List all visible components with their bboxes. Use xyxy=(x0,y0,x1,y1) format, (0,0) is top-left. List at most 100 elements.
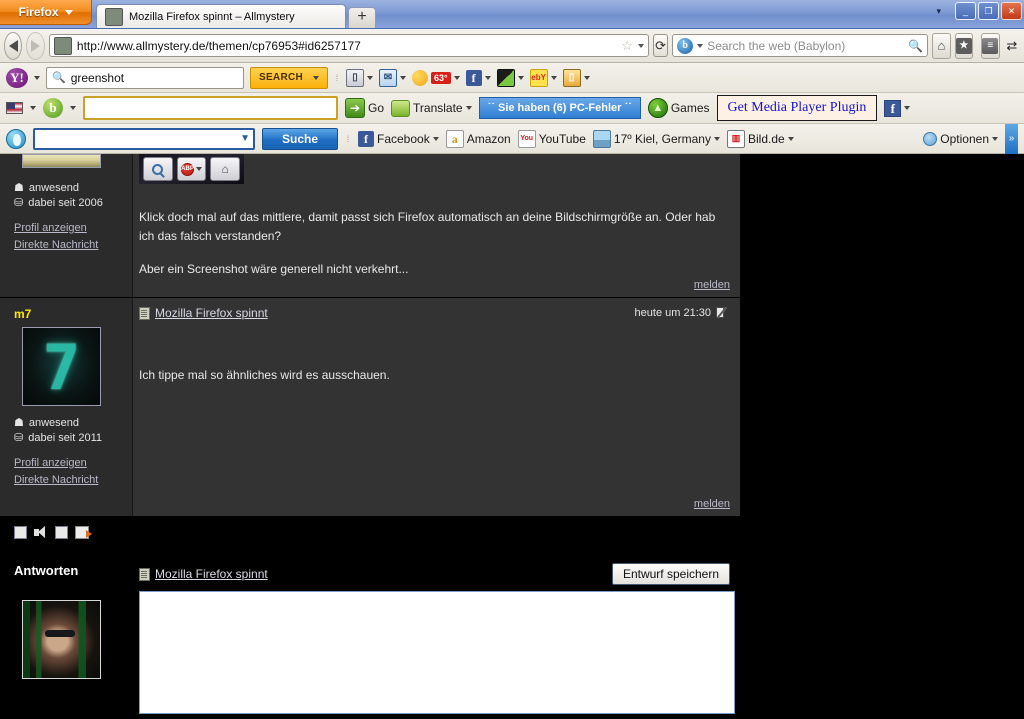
chevron-down-icon[interactable] xyxy=(34,75,40,80)
notify-checkbox[interactable] xyxy=(14,525,27,539)
avatar[interactable] xyxy=(22,327,101,406)
browser-window: Firefox Mozilla Firefox spinnt – Allmyst… xyxy=(0,0,1024,719)
youtube-icon: You xyxy=(517,129,536,148)
edit-icon[interactable] xyxy=(716,307,730,319)
weather-icon xyxy=(592,129,611,148)
pc-error-banner[interactable]: ˙˙ Sie haben (6) PC-Fehler ˙˙ xyxy=(478,97,641,119)
babylon-games-label: Games xyxy=(670,101,710,115)
post-date-label: heute um 21:30 xyxy=(634,307,711,319)
document-icon xyxy=(139,567,150,581)
language-flag-icon[interactable] xyxy=(6,102,23,114)
reply-section: Antworten Mozilla Firefox spinnt Entwurf… xyxy=(0,543,740,714)
media-player-plugin-label: Get Media Player Plugin xyxy=(727,100,867,115)
yahoo-bookmarks-button[interactable]: ▯ xyxy=(346,68,373,87)
close-button[interactable]: ✕ xyxy=(1001,2,1022,20)
reload-button[interactable]: ⟳ xyxy=(652,34,669,57)
embedded-screenshot-image[interactable]: ABP ⌂ xyxy=(139,154,244,184)
chevron-down-icon[interactable] xyxy=(30,106,36,110)
translate-icon xyxy=(391,99,411,117)
toolbar-grip[interactable]: ⁞ xyxy=(334,70,340,86)
babylon-search-icon: b xyxy=(677,37,694,54)
subscribe-checkbox[interactable] xyxy=(55,525,68,539)
bookmarks-button[interactable]: ★ xyxy=(954,32,974,59)
screenshot-adblock-button: ABP xyxy=(176,157,207,181)
sync-button[interactable]: ⇄ xyxy=(1004,38,1020,54)
yahoo-search-input[interactable]: 🔍 greenshot xyxy=(46,66,244,89)
allmystery-options-button[interactable]: Optionen xyxy=(923,131,998,146)
member-since: ⛁ dabei seit 2011 xyxy=(0,430,132,445)
avatar[interactable] xyxy=(22,600,101,679)
new-tab-button[interactable]: + xyxy=(348,7,376,28)
babylon-logo-icon[interactable]: b xyxy=(43,98,63,118)
babylon-facebook-button[interactable]: f xyxy=(884,99,911,117)
yahoo-mail-button[interactable]: ✉ xyxy=(379,68,406,87)
babylon-games-button[interactable]: ▲ Games xyxy=(647,98,710,118)
chevron-down-icon xyxy=(465,106,472,110)
tab-list-chevron-icon[interactable]: ▾ xyxy=(936,6,941,17)
back-button[interactable] xyxy=(4,31,23,60)
page-content: ☗ anwesend ⛁ dabei seit 2006 Profil anze… xyxy=(0,154,1024,719)
babylon-search-input[interactable] xyxy=(83,96,338,120)
toolbar-link-amazon[interactable]: a Amazon xyxy=(445,129,511,148)
chevron-down-icon[interactable] xyxy=(697,43,704,48)
post-title-link[interactable]: Mozilla Firefox spinnt xyxy=(155,306,268,320)
media-player-plugin-button[interactable]: Get Media Player Plugin xyxy=(716,95,878,121)
tab-active[interactable]: Mozilla Firefox spinnt – Allmystery xyxy=(96,4,346,28)
yahoo-search-button[interactable]: SEARCH xyxy=(250,66,328,89)
search-dropdown-icon[interactable]: ▼ xyxy=(240,133,250,144)
yahoo-weather-button[interactable]: 63° xyxy=(412,69,460,86)
toolbar-link-weather[interactable]: 17º Kiel, Germany xyxy=(592,129,720,148)
home-button[interactable]: ⌂ xyxy=(932,32,951,59)
firefox-menu-button[interactable]: Firefox xyxy=(0,0,92,25)
bookmarks-icon: ▯ xyxy=(346,68,364,87)
minimize-button[interactable]: _ xyxy=(955,2,976,20)
yahoo-photos-button[interactable] xyxy=(496,68,524,87)
chevron-down-icon xyxy=(484,75,491,80)
yahoo-facebook-button[interactable]: f xyxy=(465,69,491,86)
report-link[interactable]: melden xyxy=(694,498,730,510)
report-link[interactable]: melden xyxy=(694,279,730,291)
yahoo-ebay-button[interactable]: ebY xyxy=(529,68,557,87)
magnifier-icon[interactable]: 🔍 xyxy=(908,39,923,53)
save-draft-button[interactable]: Entwurf speichern xyxy=(611,563,730,585)
yahoo-logo-icon[interactable]: Y! xyxy=(6,67,28,88)
reader-list-button[interactable]: ≡ xyxy=(981,32,1000,59)
direct-message-link[interactable]: Direkte Nachricht xyxy=(14,237,132,254)
allmystery-search-input[interactable]: ▼ xyxy=(33,127,255,150)
arrow-left-icon xyxy=(8,39,18,52)
url-bar[interactable]: http://www.allmystery.de/themen/cp76953#… xyxy=(48,34,649,57)
yahoo-shopping-button[interactable]: ▯ xyxy=(562,68,590,87)
reply-thread-link[interactable]: Mozilla Firefox spinnt xyxy=(155,567,268,581)
avatar[interactable] xyxy=(22,154,101,168)
post-username[interactable]: m7 xyxy=(0,298,132,325)
allmystery-logo-icon[interactable] xyxy=(6,128,26,149)
presence-label: anwesend xyxy=(28,181,80,194)
speaker-icon[interactable] xyxy=(34,525,48,539)
reply-sidebar: Antworten xyxy=(0,555,133,714)
toolbar-link-youtube[interactable]: You YouTube xyxy=(517,129,586,148)
chevron-down-icon[interactable] xyxy=(70,106,76,110)
view-profile-link[interactable]: Profil anzeigen xyxy=(14,220,132,237)
direct-message-link[interactable]: Direkte Nachricht xyxy=(14,472,132,489)
bookmark-star-icon[interactable]: ☆ xyxy=(621,38,633,54)
babylon-translate-button[interactable]: Translate xyxy=(391,99,472,117)
page-favicon xyxy=(105,7,123,26)
pc-error-text: ˙˙ Sie haben (6) PC-Fehler ˙˙ xyxy=(487,102,632,114)
reply-header: Mozilla Firefox spinnt Entwurf speichern xyxy=(133,555,740,591)
browser-search-bar[interactable]: b Search the web (Babylon) 🔍 xyxy=(672,34,929,57)
allmystery-search-button[interactable]: Suche xyxy=(262,127,338,150)
toolbar-grip[interactable]: ⁞ xyxy=(345,131,351,147)
sync-arrows-icon: ⇄ xyxy=(1006,37,1018,53)
presence-status: ☗ anwesend xyxy=(0,415,132,430)
tab-title: Mozilla Firefox spinnt – Allmystery xyxy=(129,10,295,23)
toolbar-link-facebook[interactable]: f Facebook xyxy=(358,130,439,147)
view-profile-link[interactable]: Profil anzeigen xyxy=(14,455,132,472)
reply-editor[interactable] xyxy=(139,591,735,714)
forward-button[interactable] xyxy=(26,31,45,60)
maximize-button[interactable]: ❐ xyxy=(978,2,999,20)
chevron-down-icon[interactable] xyxy=(637,43,644,48)
export-icon[interactable] xyxy=(75,525,92,539)
babylon-go-button[interactable]: ➔ Go xyxy=(345,98,384,118)
toolbar-link-bild[interactable]: ▥ Bild.de xyxy=(726,129,794,148)
toolbar-overflow-button[interactable]: » xyxy=(1005,123,1018,154)
